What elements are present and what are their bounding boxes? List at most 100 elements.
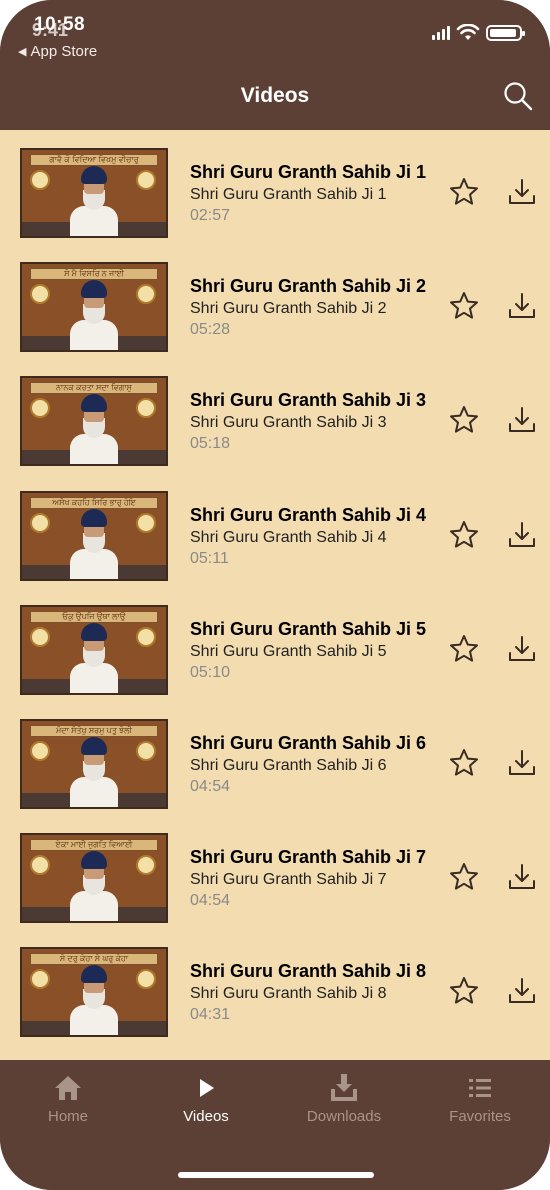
emblem-icon xyxy=(30,855,50,876)
video-subtitle: Shri Guru Granth Sahib Ji 5 xyxy=(190,642,387,660)
video-row[interactable]: ਨਾਨਕ ਕਰਤਾ ਸਦਾ ਵਿਗਾਸੁ Shri Guru Granth Sah… xyxy=(0,358,550,472)
tab-downloads-label: Downloads xyxy=(306,1108,382,1125)
video-row[interactable]: ਸੋ ਮੈ ਵਿਸਰਿ ਨ ਜਾਈ Shri Guru Granth Sahib … xyxy=(0,244,550,358)
star-icon[interactable] xyxy=(448,519,480,551)
emblem-icon xyxy=(30,741,50,761)
speaker-figure xyxy=(70,280,118,351)
video-duration: 05:18 xyxy=(190,435,231,453)
star-icon[interactable] xyxy=(448,633,480,665)
video-thumbnail[interactable]: ਸੋ ਦਰੁ ਕੇਹਾ ਸੋ ਘਰੁ ਕੇਹਾ xyxy=(20,947,168,1038)
video-row[interactable]: ਓਕੁ ਉਪਜਿ ਉਥਾ ਲਾਉ Shri Guru Granth Sahib J… xyxy=(0,587,550,701)
home-indicator[interactable] xyxy=(178,1172,374,1178)
video-title: Shri Guru Granth Sahib Ji 2 xyxy=(190,276,427,297)
download-icon[interactable] xyxy=(506,519,538,551)
home-icon xyxy=(55,1076,81,1100)
download-icon[interactable] xyxy=(506,290,538,322)
star-icon[interactable] xyxy=(448,176,480,208)
tab-home[interactable]: Home xyxy=(8,1072,128,1125)
emblem-icon xyxy=(30,512,50,533)
emblem-icon xyxy=(30,626,50,647)
star-icon[interactable] xyxy=(448,975,480,1007)
download-icon[interactable] xyxy=(506,747,538,779)
video-subtitle: Shri Guru Granth Sahib Ji 4 xyxy=(190,528,387,546)
video-subtitle: Shri Guru Granth Sahib Ji 2 xyxy=(190,300,387,318)
video-title: Shri Guru Granth Sahib Ji 4 xyxy=(190,504,427,525)
play-icon xyxy=(200,1079,214,1097)
speaker-figure xyxy=(70,965,118,1036)
tab-bar: Home Videos Downloads Favorites xyxy=(0,1060,550,1190)
video-thumbnail[interactable]: ਗਾਵੈ ਕੋ ਵਿਦਿਆ ਵਿਖਮੁ ਵੀਚਾਰੁ xyxy=(20,148,168,238)
status-time: 10:58 xyxy=(34,14,86,35)
top-bar: 9:41 10:58 ◀ App Store Videos xyxy=(0,0,550,130)
wifi-icon xyxy=(456,24,480,40)
star-icon[interactable] xyxy=(448,747,480,779)
video-title: Shri Guru Granth Sahib Ji 6 xyxy=(190,733,427,753)
video-thumbnail[interactable]: ਓਕੁ ਉਪਜਿ ਉਥਾ ਲਾਉ xyxy=(20,604,168,695)
video-row[interactable]: ਗਾਵੈ ਕੋ ਵਿਦਿਆ ਵਿਖਮੁ ਵੀਚਾਰੁ Shri Guru Gran… xyxy=(0,130,550,244)
download-icon[interactable] xyxy=(506,861,538,893)
video-duration: 04:54 xyxy=(190,892,231,910)
video-thumbnail[interactable]: ਨਾਨਕ ਕਰਤਾ ਸਦਾ ਵਿਗਾਸੁ xyxy=(20,376,168,467)
download-icon[interactable] xyxy=(506,633,538,665)
video-duration: 05:28 xyxy=(190,321,231,339)
thumbnail-banner-text: ਓਕੁ ਉਪਜਿ ਉਥਾ ਲਾਉ xyxy=(30,610,158,623)
video-duration: 04:31 xyxy=(190,1006,231,1024)
download-tray-icon xyxy=(331,1074,357,1101)
back-link-label: App Store xyxy=(30,43,98,60)
thumbnail-banner-text: ਸੋ ਦਰੁ ਕੇਹਾ ਸੋ ਘਰੁ ਕੇਹਾ xyxy=(30,953,158,966)
star-icon[interactable] xyxy=(448,404,480,436)
emblem-icon xyxy=(30,969,50,990)
video-thumbnail[interactable]: ਅਸੰਖ ਕਹਹਿ ਸਿਰਿ ਭਾਰੁ ਹੋਇ xyxy=(20,490,168,581)
list-icon xyxy=(469,1079,491,1097)
page-title: Videos xyxy=(240,84,310,107)
video-thumbnail[interactable]: ਮੰਦਾ ਸੰਤੋਖੁ ਸਰਮੁ ਪਤੁ ਝੋਲੀ xyxy=(20,719,168,809)
video-row[interactable]: ਸੋ ਦਰੁ ਕੇਹਾ ਸੋ ਘਰੁ ਕੇਹਾ Shri Guru Granth … xyxy=(0,929,550,1043)
video-duration: 02:57 xyxy=(190,207,231,224)
speaker-figure xyxy=(70,508,118,579)
emblem-icon xyxy=(136,284,156,305)
tab-favorites[interactable]: Favorites xyxy=(420,1072,540,1125)
video-list[interactable]: ਗਾਵੈ ਕੋ ਵਿਦਿਆ ਵਿਖਮੁ ਵੀਚਾਰੁ Shri Guru Gran… xyxy=(0,130,550,1060)
back-to-app-store-link[interactable]: ◀ App Store xyxy=(18,43,97,60)
star-icon[interactable] xyxy=(448,861,480,893)
emblem-icon xyxy=(136,626,156,647)
video-subtitle: Shri Guru Granth Sahib Ji 3 xyxy=(190,414,387,432)
thumbnail-banner-text: ਨਾਨਕ ਕਰਤਾ ਸਦਾ ਵਿਗਾਸੁ xyxy=(30,382,158,395)
video-row[interactable]: ਏਕਾ ਮਾਈ ਜੁਗਤਿ ਵਿਆਈ Shri Guru Granth Sahib… xyxy=(0,815,550,929)
tab-favorites-label: Favorites xyxy=(449,1108,511,1125)
download-icon[interactable] xyxy=(506,404,538,436)
emblem-icon xyxy=(136,969,156,990)
tab-downloads[interactable]: Downloads xyxy=(284,1072,404,1125)
tab-videos-label: Videos xyxy=(183,1108,229,1125)
video-duration: 05:11 xyxy=(190,549,229,567)
thumbnail-banner-text: ਏਕਾ ਮਾਈ ਜੁਗਤਿ ਵਿਆਈ xyxy=(30,839,158,852)
emblem-icon xyxy=(136,512,156,533)
phone-frame: 9:41 10:58 ◀ App Store Videos ਗਾਵੈ ਕੋ ਵਿ… xyxy=(0,0,550,1190)
video-title: Shri Guru Granth Sahib Ji 5 xyxy=(190,618,427,639)
video-thumbnail[interactable]: ਸੋ ਮੈ ਵਿਸਰਿ ਨ ਜਾਈ xyxy=(20,262,168,353)
video-row[interactable]: ਮੰਦਾ ਸੰਤੋਖੁ ਸਰਮੁ ਪਤੁ ਝੋਲੀ Shri Guru Grant… xyxy=(0,701,550,815)
emblem-icon xyxy=(136,741,156,761)
speaker-figure xyxy=(70,622,118,693)
emblem-icon xyxy=(136,170,156,190)
back-arrow-icon: ◀ xyxy=(18,46,27,58)
emblem-icon xyxy=(136,855,156,876)
cellular-signal-icon xyxy=(432,26,450,40)
speaker-figure xyxy=(70,851,118,922)
battery-icon xyxy=(486,25,525,41)
video-subtitle: Shri Guru Granth Sahib Ji 6 xyxy=(190,757,387,774)
thumbnail-banner-text: ਗਾਵੈ ਕੋ ਵਿਦਿਆ ਵਿਖਮੁ ਵੀਚਾਰੁ xyxy=(30,154,158,166)
star-icon[interactable] xyxy=(448,290,480,322)
download-icon[interactable] xyxy=(506,176,538,208)
video-title: Shri Guru Granth Sahib Ji 3 xyxy=(190,390,427,411)
video-thumbnail[interactable]: ਏਕਾ ਮਾਈ ਜੁਗਤਿ ਵਿਆਈ xyxy=(20,833,168,924)
thumbnail-banner-text: ਮੰਦਾ ਸੰਤੋਖੁ ਸਰਮੁ ਪਤੁ ਝੋਲੀ xyxy=(30,725,158,737)
download-icon[interactable] xyxy=(506,975,538,1007)
speaker-figure xyxy=(70,166,118,236)
video-title: Shri Guru Granth Sahib Ji 7 xyxy=(190,847,427,868)
video-row[interactable]: ਅਸੰਖ ਕਹਹਿ ਸਿਰਿ ਭਾਰੁ ਹੋਇ Shri Guru Granth … xyxy=(0,473,550,587)
search-icon[interactable] xyxy=(502,80,534,112)
tab-home-label: Home xyxy=(47,1108,88,1125)
status-icons xyxy=(432,24,525,42)
tab-videos[interactable]: Videos xyxy=(146,1072,266,1125)
